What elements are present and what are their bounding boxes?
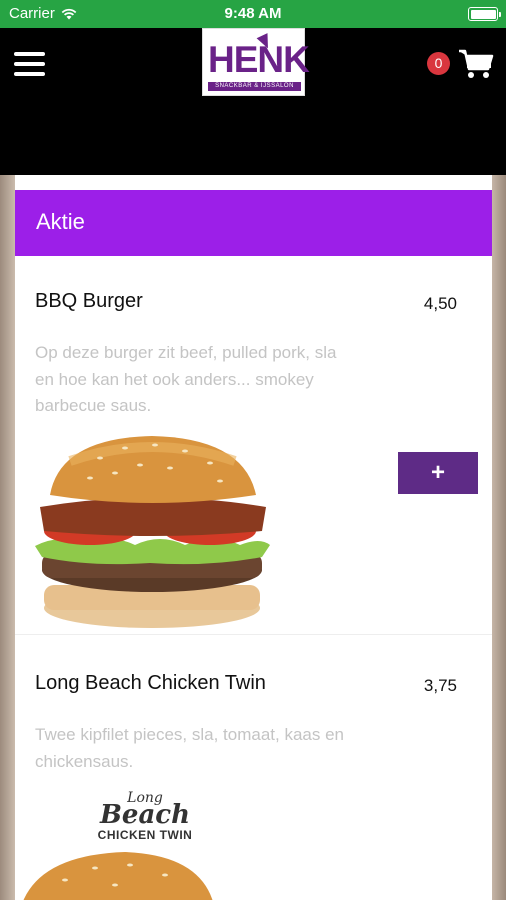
product-price: 4,50 (423, 294, 457, 313)
cart-count-badge: 0 (427, 52, 450, 75)
menu-card: Aktie BBQ Burger 4,50 Op deze burger zit… (15, 175, 492, 900)
status-bar: Carrier 9:48 AM (0, 0, 506, 28)
section-header: Aktie (15, 190, 492, 256)
long-beach-logo: Long Beach CHICKEN TWIN (97, 790, 193, 842)
product-description: Twee kipfilet pieces, sla, tomaat, kaas … (35, 725, 344, 771)
section-title: Aktie (36, 209, 85, 234)
status-time: 9:48 AM (224, 5, 282, 22)
product-item: Long Beach Chicken Twin 3,75 Twee kipfil… (15, 655, 492, 900)
chicken-twin-image: Long Beach CHICKEN TWIN (15, 790, 215, 900)
add-to-cart-button[interactable]: + (398, 452, 478, 494)
product-name: Long Beach Chicken Twin (35, 672, 266, 694)
product-name: BBQ Burger (35, 290, 143, 312)
product-price: 3,75 (423, 676, 457, 695)
shopping-cart-icon[interactable] (458, 48, 494, 80)
logo-tagline: SNACKBAR & IJSSALON (208, 82, 301, 91)
henk-logo[interactable]: HENK SNACKBAR & IJSSALON (202, 28, 310, 96)
logo-name: HENK (208, 39, 310, 80)
nav-bar: HENK SNACKBAR & IJSSALON 0 (0, 28, 506, 175)
product-description: Op deze burger zit beef, pulled pork, sl… (35, 343, 337, 415)
bbq-burger-image (35, 436, 270, 628)
battery-icon (468, 7, 501, 21)
hamburger-menu-icon[interactable] (14, 52, 45, 76)
